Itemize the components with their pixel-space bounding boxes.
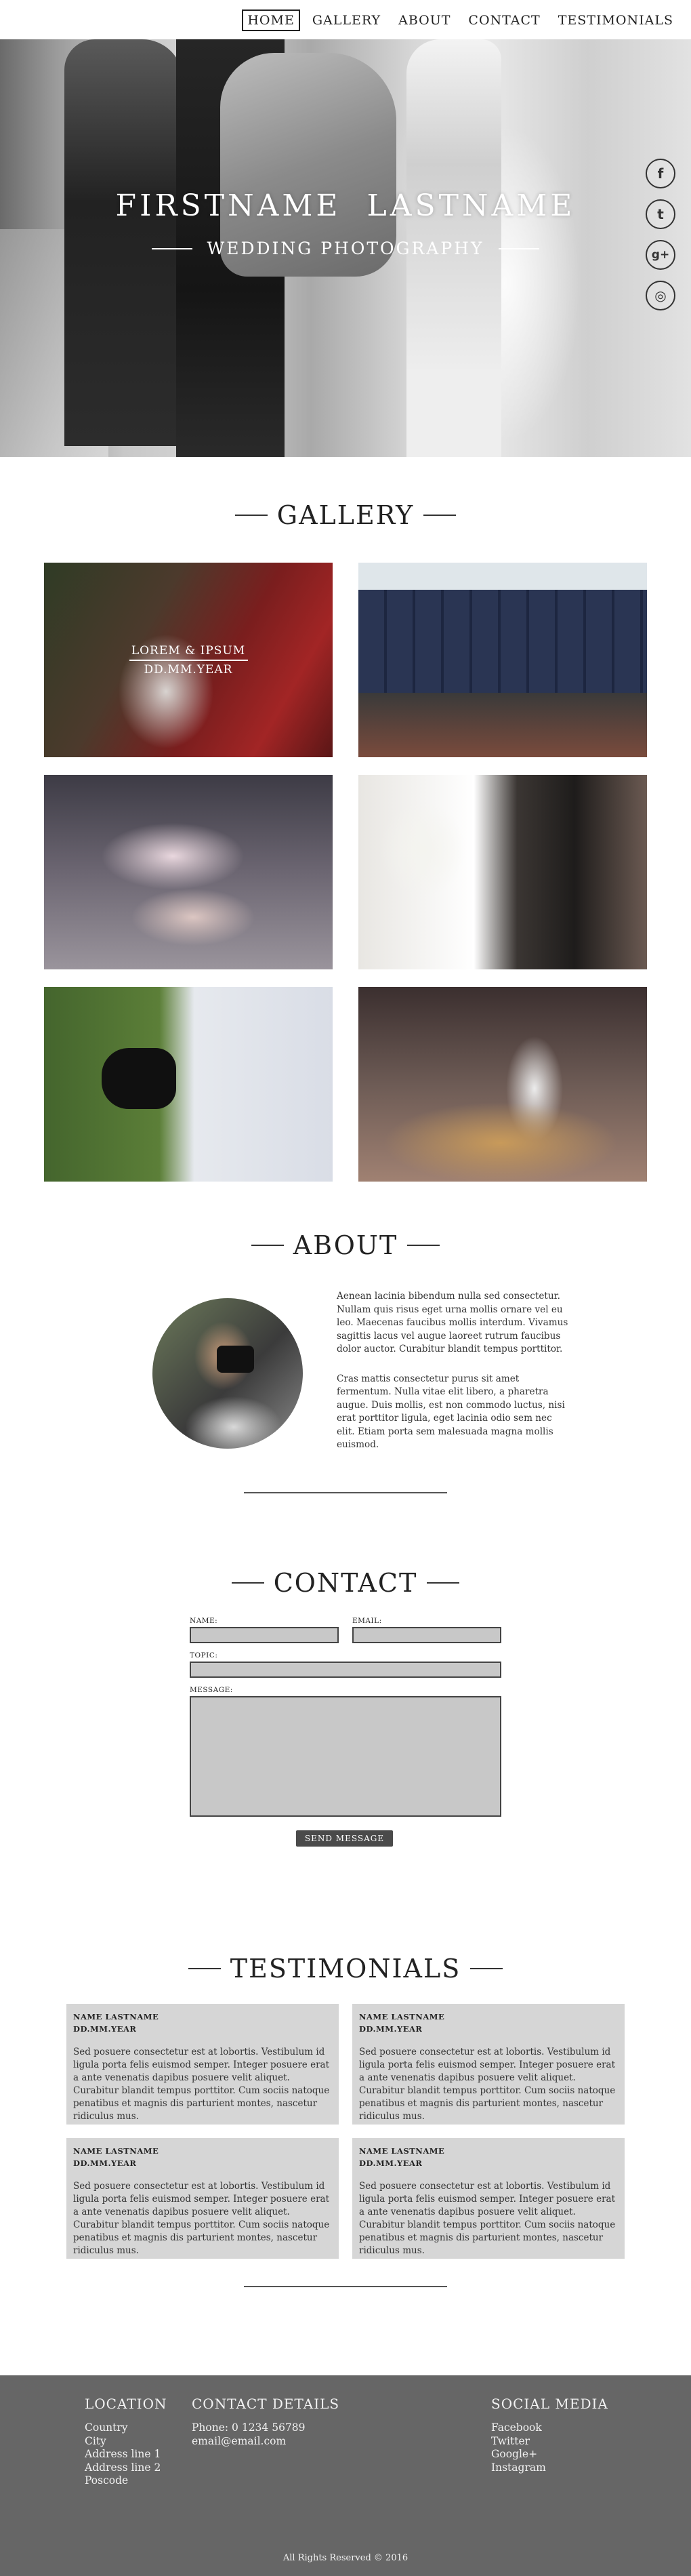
testimonial-date: DD.MM.YEAR	[359, 2158, 423, 2168]
gallery-image-4[interactable]	[358, 775, 647, 969]
heading-dash-left	[231, 1582, 264, 1584]
gallery-image-6[interactable]	[358, 987, 647, 1182]
testimonials-divider	[244, 2286, 447, 2287]
footer-twitter-link[interactable]: Twitter	[491, 2435, 608, 2449]
footer-facebook-link[interactable]: Facebook	[491, 2421, 608, 2435]
about-paragraph-2: Cras mattis consectetur purus sit amet f…	[337, 1373, 565, 1451]
footer-location-heading: LOCATION	[85, 2396, 167, 2412]
about-text: Aenean lacinia bibendum nulla sed consec…	[337, 1290, 570, 1468]
caption-divider	[129, 659, 248, 661]
footer-location-line: Country	[85, 2421, 128, 2434]
hero-title: FIRSTNAME LASTNAME	[115, 188, 576, 223]
heading-dash-right	[423, 515, 457, 516]
hero-subtitle-row: WEDDING PHOTOGRAPHY	[0, 239, 691, 258]
footer-email-link[interactable]: email@email.com	[192, 2435, 339, 2449]
footer-location-line: City	[85, 2434, 106, 2447]
heading-dash-right	[470, 1968, 503, 1969]
message-label: MESSAGE:	[190, 1686, 233, 1694]
gallery-image-3[interactable]	[44, 775, 333, 969]
hero-banner: FIRSTNAME LASTNAME WEDDING PHOTOGRAPHY f…	[0, 39, 691, 457]
social-icon-column: f t g+ ◎	[646, 159, 675, 310]
about-paragraph-1: Aenean lacinia bibendum nulla sed consec…	[337, 1291, 568, 1354]
send-message-button[interactable]: SEND MESSAGE	[296, 1830, 393, 1847]
heading-dash-left	[234, 515, 268, 516]
testimonial-date: DD.MM.YEAR	[359, 2024, 423, 2034]
photo-floor	[358, 693, 647, 757]
testimonial-name: NAME LASTNAME	[359, 2012, 445, 2021]
testimonials-heading: TESTIMONIALS	[230, 1954, 461, 1984]
nav-about[interactable]: ABOUT	[393, 9, 456, 31]
footer-location: LOCATION Country City Address line 1 Add…	[85, 2396, 167, 2488]
footer-social-heading: SOCIAL MEDIA	[491, 2396, 608, 2412]
email-label: EMAIL:	[352, 1617, 382, 1625]
name-field[interactable]	[190, 1627, 339, 1643]
copyright: All Rights Reserved © 2016	[282, 2553, 409, 2563]
footer: LOCATION Country City Address line 1 Add…	[0, 2375, 691, 2576]
testimonials-heading-row: TESTIMONIALS	[0, 1954, 691, 1984]
testimonial-card: NAME LASTNAME DD.MM.YEAR Sed posuere con…	[352, 2138, 625, 2259]
camera-in-photo	[217, 1346, 254, 1373]
hero-subtitle: WEDDING PHOTOGRAPHY	[207, 239, 484, 258]
heading-dash-right	[427, 1582, 460, 1584]
contact-heading: CONTACT	[273, 1568, 418, 1598]
testimonial-text: Sed posuere consectetur est at lobortis.…	[359, 2181, 616, 2256]
testimonial-text: Sed posuere consectetur est at lobortis.…	[73, 2181, 330, 2256]
heading-dash-left	[188, 1968, 221, 1969]
footer-phone: Phone: 0 1234 56789	[192, 2421, 306, 2434]
about-heading: ABOUT	[293, 1230, 398, 1260]
gallery-grid: LOREM & IPSUM DD.MM.YEAR	[44, 563, 647, 1182]
footer-google-plus-link[interactable]: Google+	[491, 2448, 608, 2461]
nav-home[interactable]: HOME	[242, 9, 300, 31]
footer-location-line: Address line 1	[85, 2448, 161, 2460]
footer-contact-heading: CONTACT DETAILS	[192, 2396, 340, 2412]
gallery-image-2[interactable]	[358, 563, 647, 757]
nav-contact[interactable]: CONTACT	[463, 9, 545, 31]
message-field[interactable]	[190, 1696, 501, 1817]
testimonial-name: NAME LASTNAME	[73, 2012, 159, 2021]
nav-gallery[interactable]: GALLERY	[307, 9, 386, 31]
photo-shoe	[102, 1048, 176, 1109]
photo-sky	[358, 563, 647, 590]
testimonial-card: NAME LASTNAME DD.MM.YEAR Sed posuere con…	[352, 2004, 625, 2125]
heading-dash-left	[251, 1245, 284, 1246]
email-field[interactable]	[352, 1627, 501, 1643]
testimonial-date: DD.MM.YEAR	[73, 2158, 137, 2168]
top-navigation-bar: HOME GALLERY ABOUT CONTACT TESTIMONIALS	[0, 0, 691, 39]
topic-label: TOPIC:	[190, 1651, 218, 1659]
gallery-heading-row: GALLERY	[0, 500, 691, 530]
gallery-heading: GALLERY	[276, 500, 415, 530]
name-label: NAME:	[190, 1617, 218, 1625]
footer-location-line: Address line 2	[85, 2461, 161, 2474]
gallery-image-5[interactable]	[44, 987, 333, 1182]
footer-contact-details: CONTACT DETAILS Phone: 0 1234 56789 emai…	[192, 2396, 339, 2448]
avatar	[152, 1298, 303, 1449]
caption-date: DD.MM.YEAR	[144, 662, 233, 677]
testimonial-text: Sed posuere consectetur est at lobortis.…	[73, 2047, 330, 2122]
testimonial-name: NAME LASTNAME	[73, 2146, 159, 2156]
hero-subtitle-line-right	[499, 247, 540, 249]
hero-subtitle-line-left	[151, 247, 192, 249]
gallery-image-1[interactable]: LOREM & IPSUM DD.MM.YEAR	[44, 563, 333, 757]
testimonial-card: NAME LASTNAME DD.MM.YEAR Sed posuere con…	[66, 2004, 339, 2125]
testimonial-text: Sed posuere consectetur est at lobortis.…	[359, 2047, 616, 2122]
heading-dash-right	[407, 1245, 440, 1246]
testimonial-card: NAME LASTNAME DD.MM.YEAR Sed posuere con…	[66, 2138, 339, 2259]
topic-field[interactable]	[190, 1662, 501, 1678]
contact-heading-row: CONTACT	[0, 1568, 691, 1598]
footer-location-line: Poscode	[85, 2474, 129, 2487]
caption-title: LOREM & IPSUM	[131, 643, 246, 658]
gallery-image-caption: LOREM & IPSUM DD.MM.YEAR	[44, 563, 333, 757]
testimonial-name: NAME LASTNAME	[359, 2146, 445, 2156]
footer-social-media: SOCIAL MEDIA Facebook Twitter Google+ In…	[491, 2396, 608, 2474]
footer-instagram-link[interactable]: Instagram	[491, 2461, 608, 2475]
testimonial-date: DD.MM.YEAR	[73, 2024, 137, 2034]
nav-testimonials[interactable]: TESTIMONIALS	[553, 9, 679, 31]
about-divider	[244, 1492, 447, 1493]
facebook-icon[interactable]: f	[646, 159, 675, 188]
main-nav: HOME GALLERY ABOUT CONTACT TESTIMONIALS	[242, 9, 679, 31]
about-heading-row: ABOUT	[0, 1230, 691, 1260]
instagram-icon[interactable]: ◎	[646, 281, 675, 310]
twitter-icon[interactable]: t	[646, 199, 675, 229]
google-plus-icon[interactable]: g+	[646, 240, 675, 270]
